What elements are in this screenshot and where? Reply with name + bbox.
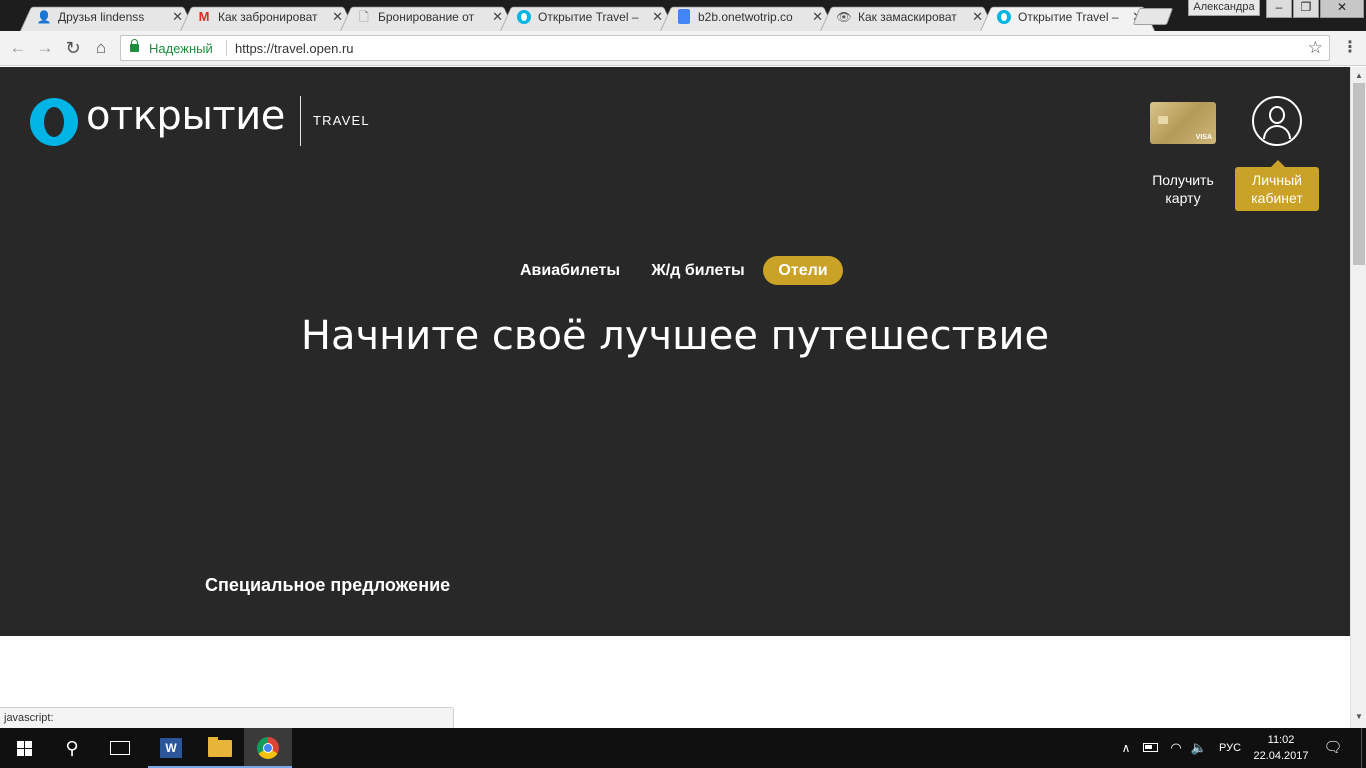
- wifi-icon[interactable]: ◠: [1167, 728, 1185, 768]
- home-icon[interactable]: ⌂: [89, 36, 113, 60]
- address-divider: [226, 40, 227, 56]
- visa-logo: VISA: [1195, 134, 1212, 141]
- scroll-down-arrow-icon[interactable]: ▼: [1355, 712, 1363, 721]
- gmail-icon: M: [198, 9, 210, 24]
- windows-taskbar: ⚲ W ∧ ◠ 🔈 РУС 11:02 22.04.2017 🗨: [0, 728, 1366, 768]
- personal-account-button[interactable]: Личный кабинет: [1235, 160, 1319, 211]
- word-icon: W: [160, 738, 182, 758]
- otkritie-icon: [997, 10, 1011, 24]
- otkritie-icon: [517, 10, 531, 24]
- browser-tab[interactable]: 👤 Друзья lindenss ✕: [20, 3, 195, 31]
- profile-button[interactable]: Александра: [1188, 0, 1260, 16]
- scrollbar-thumb[interactable]: [1353, 83, 1365, 265]
- bookmark-star-icon[interactable]: ☆: [1308, 38, 1323, 58]
- url-text[interactable]: https://travel.open.ru: [235, 41, 354, 56]
- clock-time: 11:02: [1267, 734, 1295, 746]
- taskbar-app-chrome[interactable]: [244, 728, 292, 768]
- tab-title: b2b.onetwotrip.co: [698, 10, 793, 24]
- eye-icon: 👁: [836, 10, 852, 24]
- browser-tab-active[interactable]: Открытие Travel – ✕: [980, 3, 1155, 31]
- tab-title: Друзья lindenss: [58, 10, 145, 24]
- tab-title: Как забронироват: [218, 10, 318, 24]
- show-desktop-button[interactable]: [1361, 728, 1366, 768]
- browser-tab-strip: 👤 Друзья lindenss ✕ M Как забронироват ✕…: [0, 0, 1366, 31]
- reload-icon[interactable]: ↻: [61, 36, 85, 60]
- chrome-icon: [257, 737, 279, 759]
- credit-card-image[interactable]: VISA: [1150, 102, 1216, 144]
- start-button[interactable]: [0, 728, 48, 768]
- google-docs-icon: [678, 9, 690, 24]
- page-scrollbar[interactable]: ▲ ▼: [1350, 67, 1366, 728]
- browser-tab[interactable]: b2b.onetwotrip.co ✕: [660, 3, 835, 31]
- tab-trains[interactable]: Ж/д билеты: [642, 256, 754, 285]
- lock-icon[interactable]: [130, 39, 139, 52]
- tab-title: Как замаскироват: [858, 10, 957, 24]
- tab-flights[interactable]: Авиабилеты: [514, 256, 626, 285]
- hero-section: ОТКРЫТИЕ TRAVEL VISA Получить карту Личн…: [0, 67, 1350, 636]
- address-bar[interactable]: Надежный https://travel.open.ru ☆: [120, 35, 1330, 61]
- tray-chevron-up-icon[interactable]: ∧: [1117, 728, 1135, 768]
- document-icon: 🗋: [359, 10, 369, 24]
- volume-icon[interactable]: 🔈: [1190, 728, 1208, 768]
- tab-title: Бронирование от: [378, 10, 475, 24]
- system-clock[interactable]: 11:02 22.04.2017: [1248, 732, 1314, 764]
- booking-tabs: Авиабилеты Ж/д билеты Отели: [0, 256, 1350, 286]
- logo-divider: [300, 96, 301, 146]
- back-arrow-icon[interactable]: ←: [6, 36, 30, 60]
- web-page: ОТКРЫТИЕ TRAVEL VISA Получить карту Личн…: [0, 67, 1350, 728]
- otkritie-logo-icon[interactable]: [30, 98, 78, 146]
- tab-title: Открытие Travel –: [538, 10, 639, 24]
- card-chip-icon: [1158, 116, 1168, 124]
- taskbar-app-word[interactable]: W: [148, 728, 196, 768]
- scroll-up-arrow-icon[interactable]: ▲: [1355, 71, 1363, 80]
- user-avatar-icon[interactable]: [1252, 96, 1302, 146]
- special-offer-heading: Специальное предложение: [205, 575, 451, 595]
- notifications-icon[interactable]: 🗨: [1322, 728, 1344, 768]
- language-indicator[interactable]: РУС: [1214, 728, 1246, 768]
- search-icon[interactable]: ⚲: [48, 728, 96, 768]
- minimize-button[interactable]: –: [1266, 0, 1292, 18]
- taskbar-app-explorer[interactable]: [196, 728, 244, 768]
- browser-toolbar: ← → ↻ ⌂ Надежный https://travel.open.ru …: [0, 31, 1366, 66]
- browser-tab[interactable]: 🗋 Бронирование от ✕: [340, 3, 515, 31]
- browser-menu-icon[interactable]: ⋮: [1340, 39, 1360, 59]
- task-view-icon: [110, 741, 130, 755]
- status-bar: javascript:: [0, 707, 454, 728]
- browser-tab[interactable]: M Как забронироват ✕: [180, 3, 355, 31]
- windows-logo-icon: [17, 741, 32, 756]
- tab-title: Открытие Travel –: [1018, 10, 1119, 24]
- get-card-link[interactable]: Получить карту: [1140, 171, 1226, 207]
- window-close-button[interactable]: ✕: [1320, 0, 1364, 18]
- maximize-button[interactable]: ❐: [1293, 0, 1319, 18]
- new-tab-button[interactable]: [1132, 8, 1174, 25]
- browser-tab[interactable]: 👁 Как замаскироват ✕: [820, 3, 995, 31]
- folder-icon: [208, 737, 232, 757]
- tab-hotels[interactable]: Отели: [763, 256, 843, 285]
- logo-subtitle: TRAVEL: [313, 113, 370, 128]
- secure-label[interactable]: Надежный: [149, 41, 213, 56]
- browser-tab[interactable]: Открытие Travel – ✕: [500, 3, 675, 31]
- battery-icon[interactable]: [1142, 728, 1160, 768]
- user-icon: 👤: [36, 10, 52, 24]
- clock-date: 22.04.2017: [1253, 750, 1309, 762]
- task-view-button[interactable]: [96, 728, 144, 768]
- forward-arrow-icon[interactable]: →: [33, 36, 57, 60]
- page-headline: Начните своё лучшее путешествие: [300, 313, 1050, 359]
- logo-text[interactable]: ОТКРЫТИЕ: [86, 93, 285, 139]
